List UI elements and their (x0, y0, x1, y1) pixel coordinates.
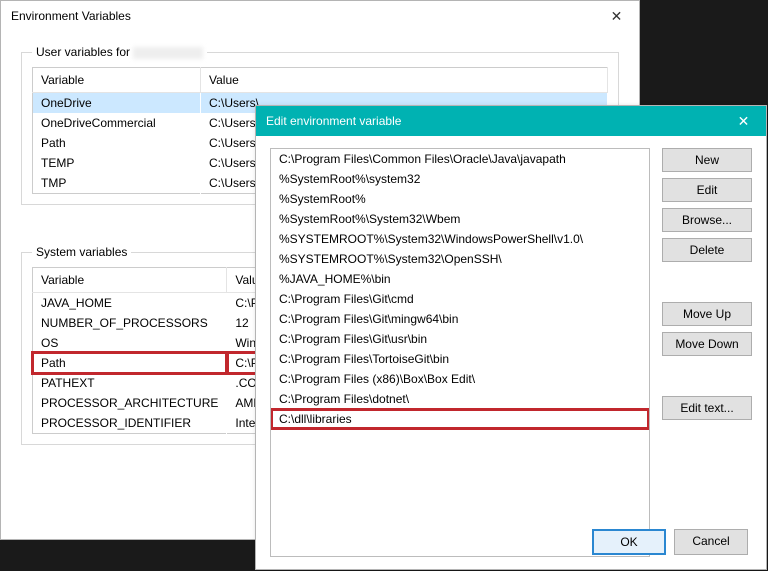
list-item[interactable]: %SYSTEMROOT%\System32\OpenSSH\ (271, 249, 649, 269)
path-entries-listbox[interactable]: C:\Program Files\Common Files\Oracle\Jav… (270, 148, 650, 557)
var-name: JAVA_HOME (33, 293, 227, 314)
var-name: TMP (33, 173, 201, 194)
list-item[interactable]: C:\Program Files\Common Files\Oracle\Jav… (271, 149, 649, 169)
list-item[interactable]: C:\Program Files\Git\cmd (271, 289, 649, 309)
user-name-redacted (133, 47, 203, 59)
side-buttons: New Edit Browse... Delete Move Up Move D… (662, 148, 752, 557)
list-item[interactable]: C:\dll\libraries (271, 409, 649, 429)
close-icon[interactable]: ✕ (594, 1, 639, 31)
list-item[interactable]: %SYSTEMROOT%\System32\WindowsPowerShell\… (271, 229, 649, 249)
edit-text-button[interactable]: Edit text... (662, 396, 752, 420)
env-vars-titlebar: Environment Variables ✕ (1, 1, 639, 31)
var-name: TEMP (33, 153, 201, 173)
edit-env-var-titlebar: Edit environment variable ✕ (256, 106, 766, 136)
var-name: NUMBER_OF_PROCESSORS (33, 313, 227, 333)
user-vars-legend: User variables for (32, 45, 207, 59)
edit-env-var-dialog: Edit environment variable ✕ C:\Program F… (255, 105, 767, 570)
list-item[interactable]: C:\Program Files\Git\usr\bin (271, 329, 649, 349)
user-vars-legend-prefix: User variables for (36, 45, 130, 59)
col-header-variable[interactable]: Variable (33, 268, 227, 293)
dialog-buttons: OK Cancel (592, 529, 748, 555)
edit-env-var-body: C:\Program Files\Common Files\Oracle\Jav… (256, 136, 766, 569)
var-name: OneDriveCommercial (33, 113, 201, 133)
list-item[interactable]: %SystemRoot%\system32 (271, 169, 649, 189)
var-name: Path (33, 133, 201, 153)
move-up-button[interactable]: Move Up (662, 302, 752, 326)
browse-button[interactable]: Browse... (662, 208, 752, 232)
col-header-value[interactable]: Value (201, 68, 608, 93)
var-name: OS (33, 333, 227, 353)
var-name: Path (33, 353, 227, 373)
ok-button[interactable]: OK (592, 529, 666, 555)
list-item[interactable]: %JAVA_HOME%\bin (271, 269, 649, 289)
move-down-button[interactable]: Move Down (662, 332, 752, 356)
col-header-variable[interactable]: Variable (33, 68, 201, 93)
list-item[interactable]: C:\Program Files\Git\mingw64\bin (271, 309, 649, 329)
edit-button[interactable]: Edit (662, 178, 752, 202)
system-vars-legend: System variables (32, 245, 131, 259)
list-item[interactable]: %SystemRoot%\System32\Wbem (271, 209, 649, 229)
list-item[interactable]: C:\Program Files\dotnet\ (271, 389, 649, 409)
list-item[interactable]: %SystemRoot% (271, 189, 649, 209)
cancel-button[interactable]: Cancel (674, 529, 748, 555)
env-vars-title: Environment Variables (11, 9, 131, 23)
var-name: OneDrive (33, 93, 201, 114)
list-item[interactable]: C:\Program Files (x86)\Box\Box Edit\ (271, 369, 649, 389)
var-name: PATHEXT (33, 373, 227, 393)
close-icon[interactable]: ✕ (721, 106, 766, 136)
delete-button[interactable]: Delete (662, 238, 752, 262)
edit-env-var-title: Edit environment variable (266, 114, 401, 128)
var-name: PROCESSOR_ARCHITECTURE (33, 393, 227, 413)
new-button[interactable]: New (662, 148, 752, 172)
list-item[interactable]: C:\Program Files\TortoiseGit\bin (271, 349, 649, 369)
var-name: PROCESSOR_IDENTIFIER (33, 413, 227, 434)
